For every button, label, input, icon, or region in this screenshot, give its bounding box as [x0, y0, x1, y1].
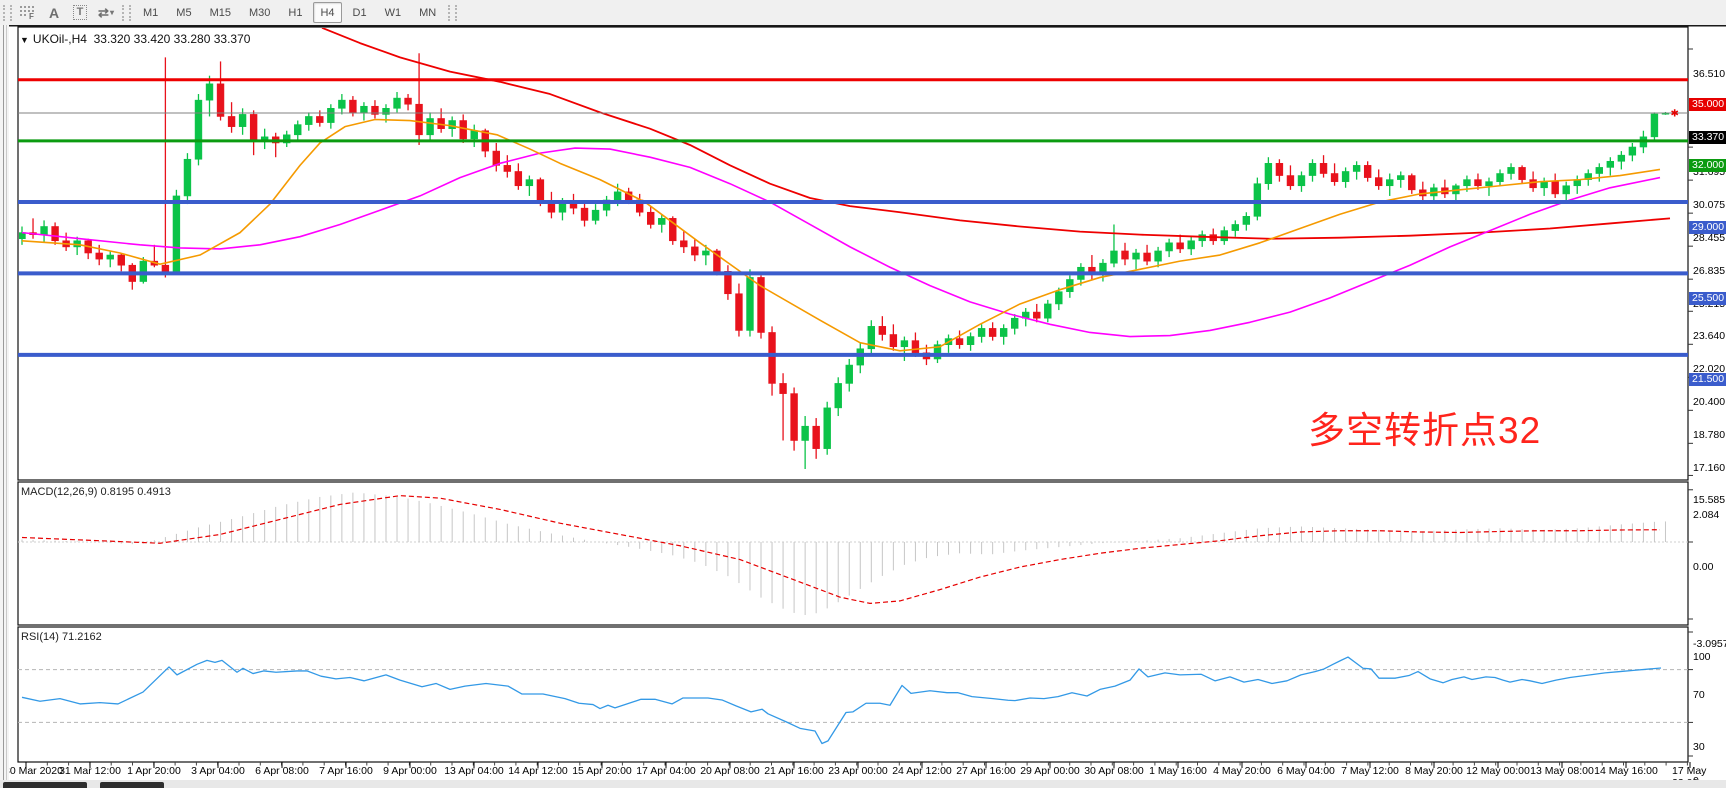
tf-button-m30[interactable]: M30 — [242, 2, 277, 23]
tf-button-h1[interactable]: H1 — [281, 2, 309, 23]
time-label: 29 Apr 00:00 — [1020, 765, 1080, 777]
price-tick-label: 28.455 — [1693, 232, 1725, 244]
macd-tick-label: 2.084 — [1693, 509, 1719, 521]
dotted-t-icon: T — [73, 5, 88, 20]
price-tick-label: 17.160 — [1693, 462, 1725, 474]
dropdown-caret-icon: ▾ — [110, 8, 114, 17]
font-a-icon[interactable]: A — [42, 2, 66, 23]
time-label: 4 May 20:00 — [1213, 765, 1271, 777]
time-label: 9 Apr 00:00 — [383, 765, 437, 777]
mt4-terminal: F A T ⇄ ▾ M1 M5 M15 M30 H1 H4 D1 W1 MN ✱… — [0, 0, 1726, 788]
time-label: 24 Apr 12:00 — [892, 765, 952, 777]
price-badge-32.000: 32.000 — [1689, 159, 1726, 172]
price-tick-label: 18.780 — [1693, 429, 1725, 441]
tf-button-mn[interactable]: MN — [412, 2, 443, 23]
price-tick-label: 30.075 — [1693, 199, 1725, 211]
text-label-icon[interactable]: T — [68, 2, 92, 23]
time-label: 30 Mar 2020 — [4, 765, 63, 777]
price-tick-label: 23.640 — [1693, 330, 1725, 342]
toolbar: F A T ⇄ ▾ M1 M5 M15 M30 H1 H4 D1 W1 MN — [0, 0, 1726, 26]
price-badge-35.000: 35.000 — [1689, 98, 1726, 111]
cycle-arrows-icon[interactable]: ⇄ ▾ — [94, 2, 118, 23]
time-label: 1 May 16:00 — [1149, 765, 1207, 777]
macd-tick-label: 0.00 — [1693, 561, 1713, 573]
price-badge-29.000: 29.000 — [1689, 221, 1726, 234]
time-label: 12 May 00:00 — [1466, 765, 1530, 777]
time-label: 3 Apr 04:00 — [191, 765, 245, 777]
time-label: 20 Apr 08:00 — [700, 765, 760, 777]
time-label: 1 Apr 20:00 — [127, 765, 181, 777]
time-label: 13 Apr 04:00 — [444, 765, 504, 777]
bottom-strip — [0, 780, 1726, 788]
taskbar-segment[interactable] — [3, 782, 87, 788]
rsi-tick-label: 70 — [1693, 689, 1705, 701]
price-badge-25.500: 25.500 — [1689, 292, 1726, 305]
rsi-tick-label: 100 — [1693, 651, 1711, 663]
dot-grid-icon: F — [19, 5, 37, 20]
time-label: 31 Mar 12:00 — [59, 765, 121, 777]
time-label: 8 May 20:00 — [1405, 765, 1463, 777]
time-label: 14 Apr 12:00 — [508, 765, 568, 777]
time-label: 7 Apr 16:00 — [319, 765, 373, 777]
price-tick-label: 26.835 — [1693, 265, 1725, 277]
tf-button-d1[interactable]: D1 — [346, 2, 374, 23]
macd-pane[interactable] — [18, 482, 1688, 625]
time-label: 27 Apr 16:00 — [956, 765, 1016, 777]
rsi-tick-label: 30 — [1693, 741, 1705, 753]
time-label: 7 May 12:00 — [1341, 765, 1399, 777]
svg-text:F: F — [29, 12, 34, 20]
main-pane[interactable] — [18, 27, 1688, 480]
tf-button-w1[interactable]: W1 — [378, 2, 409, 23]
taskbar-segment[interactable] — [100, 782, 164, 788]
time-label: 13 May 08:00 — [1530, 765, 1594, 777]
toolbar-grip-3[interactable] — [448, 5, 457, 21]
time-label: 21 Apr 16:00 — [764, 765, 824, 777]
tf-button-h4[interactable]: H4 — [313, 2, 341, 23]
window-left-edge — [0, 25, 9, 788]
rsi-pane[interactable] — [18, 627, 1688, 762]
tf-button-m1[interactable]: M1 — [136, 2, 165, 23]
time-label: 14 May 16:00 — [1594, 765, 1658, 777]
time-label: 30 Apr 08:00 — [1084, 765, 1144, 777]
time-label: 17 Apr 04:00 — [636, 765, 696, 777]
time-label: 15 Apr 20:00 — [572, 765, 632, 777]
price-tick-label: 36.510 — [1693, 68, 1725, 80]
time-label: 23 Apr 00:00 — [828, 765, 888, 777]
indicators-grid-f-icon[interactable]: F — [16, 2, 40, 23]
last-price-marker-icon: ✱ — [1670, 108, 1678, 119]
macd-tick-label: -3.0957 — [1693, 638, 1726, 650]
arrows-glyph: ⇄ — [98, 5, 109, 21]
tf-button-m15[interactable]: M15 — [203, 2, 238, 23]
price-tick-label: 20.400 — [1693, 396, 1725, 408]
time-label: 6 Apr 08:00 — [255, 765, 309, 777]
chart-canvas[interactable]: ✱ — [0, 25, 1726, 788]
chart-window: ✱ ▼UKOil-,H4 33.320 33.420 33.280 33.370… — [0, 25, 1726, 788]
toolbar-grip[interactable] — [3, 5, 12, 21]
price-badge-21.500: 21.500 — [1689, 373, 1726, 386]
price-tick-label: 15.585 — [1693, 494, 1725, 506]
tf-button-m5[interactable]: M5 — [169, 2, 198, 23]
price-badge-33.370: 33.370 — [1689, 131, 1726, 144]
toolbar-grip-2[interactable] — [122, 5, 131, 21]
time-label: 6 May 04:00 — [1277, 765, 1335, 777]
